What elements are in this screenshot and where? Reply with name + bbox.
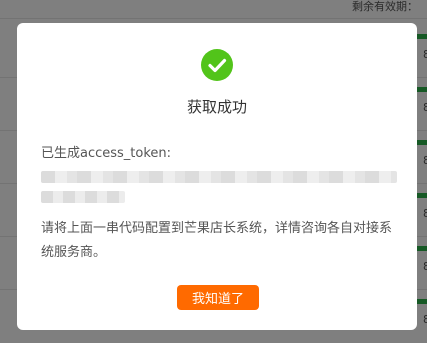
- access-token-value[interactable]: [35, 165, 399, 209]
- token-redacted-line: [41, 191, 125, 203]
- token-redacted-line: [41, 171, 397, 183]
- generated-token-label: 已生成access_token:: [41, 146, 172, 161]
- dialog-title: 获取成功: [186, 98, 247, 116]
- got-it-button[interactable]: 我知道了: [177, 285, 259, 310]
- instruction-text: 请将上面一串代码配置到芒果店长系统，详情咨询各自对接系统服务商。: [41, 221, 393, 260]
- success-dialog: 获取成功 已生成access_token: 请将上面一串代码配置到芒果店长系统，…: [17, 23, 417, 330]
- success-check-icon: [201, 49, 233, 81]
